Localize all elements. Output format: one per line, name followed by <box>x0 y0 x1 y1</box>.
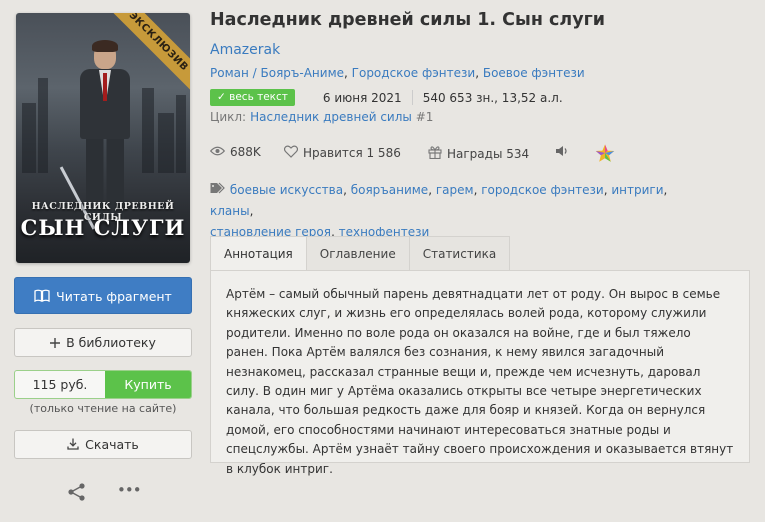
heart-icon <box>283 145 303 161</box>
rating-star-icon[interactable] <box>595 144 620 163</box>
eye-icon <box>209 145 230 159</box>
buy-button[interactable]: Купить <box>105 371 191 398</box>
reading-only-note: (только чтение на сайте) <box>29 402 177 415</box>
share-icon[interactable] <box>67 483 87 504</box>
genre-link[interactable]: Боевое фэнтези <box>483 66 585 80</box>
download-button[interactable]: Скачать <box>14 430 192 459</box>
tab-bar: Аннотация Оглавление Статистика <box>210 236 511 271</box>
book-meta: ✓ весь текст 6 июня 2021 540 653 зн., 13… <box>210 88 563 107</box>
tab-annotation[interactable]: Аннотация <box>210 236 307 271</box>
download-label: Скачать <box>85 437 139 452</box>
publish-date: 6 июня 2021 <box>322 90 402 105</box>
buy-block: 115 руб. Купить <box>14 370 192 399</box>
read-fragment-button[interactable]: Читать фрагмент <box>14 277 192 314</box>
genre-link[interactable]: Роман / Бояръ-Аниме <box>210 66 344 80</box>
cycle-link[interactable]: Наследник древней силы <box>250 110 412 124</box>
cycle-info: Цикл: Наследник древней силы #1 <box>210 110 433 124</box>
author-link[interactable]: Amazerak <box>210 42 280 58</box>
tag-link[interactable]: боевые искусства <box>230 183 343 197</box>
tag-icon <box>210 182 226 197</box>
cycle-number: #1 <box>415 110 434 124</box>
awards-button[interactable]: Награды 534 <box>428 145 529 162</box>
tag-list: боевые искусства, бояръаниме, гарем, гор… <box>210 182 668 239</box>
read-fragment-label: Читать фрагмент <box>56 289 172 304</box>
tab-statistics[interactable]: Статистика <box>409 236 511 271</box>
book-open-icon <box>34 279 50 316</box>
like-button[interactable]: Нравится 1 586 <box>283 145 401 161</box>
price: 115 руб. <box>32 377 88 392</box>
tab-contents[interactable]: Оглавление <box>306 236 410 271</box>
check-icon: ✓ <box>217 91 226 103</box>
cover-character <box>59 40 136 230</box>
book-cover[interactable]: ЭКСКЛЮЗИВ НАСЛЕДНИК ДРЕВНЕЙ СИЛЫ СЫН СЛУ… <box>16 13 190 263</box>
tag-link[interactable]: городское фэнтези <box>481 183 604 197</box>
tag-link[interactable]: интриги <box>611 183 663 197</box>
book-size: 540 653 зн., 13,52 а.л. <box>422 90 563 105</box>
annotation-text: Артём – самый обычный парень девятнадцат… <box>226 287 734 476</box>
book-title: Наследник древней силы 1. Сын слуги <box>210 10 606 30</box>
genre-link[interactable]: Городское фэнтези <box>352 66 476 80</box>
download-icon <box>67 432 79 459</box>
tag-link[interactable]: кланы <box>210 204 250 218</box>
tag-link[interactable]: гарем <box>436 183 474 197</box>
cover-title-text: СЫН СЛУГИ <box>20 215 186 240</box>
gift-icon <box>428 145 447 162</box>
divider <box>411 90 413 105</box>
annotation-panel: Артём – самый обычный парень девятнадцат… <box>210 270 750 476</box>
add-to-library-button[interactable]: В библиотеку <box>14 328 192 357</box>
plus-icon <box>50 330 61 357</box>
add-to-library-label: В библиотеку <box>66 335 156 350</box>
genre-list: Роман / Бояръ-Аниме, Городское фэнтези, … <box>210 66 585 80</box>
views-stat: 688K <box>209 145 261 159</box>
tag-link[interactable]: бояръаниме <box>351 183 429 197</box>
status-badge: ✓ весь текст <box>210 89 295 106</box>
more-options-icon[interactable]: ••• <box>117 483 142 498</box>
cycle-label: Цикл: <box>210 110 247 124</box>
speaker-icon <box>555 145 574 160</box>
audio-button[interactable] <box>555 145 574 160</box>
